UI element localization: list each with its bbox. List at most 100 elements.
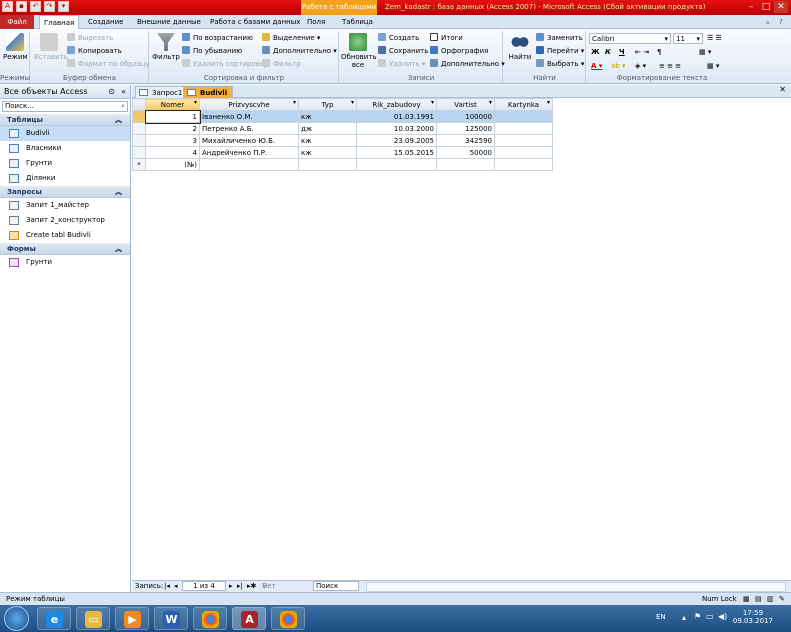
view-button[interactable]: Режим [3,33,28,61]
find-button[interactable]: Найти [506,33,534,61]
nav-item-query[interactable]: Create tabl Budivli [0,228,130,243]
advanced-filter-button[interactable]: Дополнительно ▾ [262,46,337,57]
alt-row-color-icon[interactable]: ▦ ▾ [707,61,719,72]
table-cell[interactable]: кж [298,134,357,147]
font-color-button[interactable]: A ▾ [591,61,602,72]
table-cell[interactable]: (№) [145,158,200,171]
table-cell[interactable]: Михайличенко Ю.Б. [199,134,299,147]
select-all-corner[interactable] [132,98,146,111]
action-center-icon[interactable]: ⚑ [694,612,701,621]
more-records-button[interactable]: Дополнительно ▾ [430,59,505,70]
spelling-button[interactable]: Орфография [430,46,488,57]
goto-button[interactable]: Перейти ▾ [536,46,584,57]
record-selector[interactable] [132,122,146,135]
pivot-chart-view-icon[interactable]: ▥ [767,593,774,605]
nav-item-table[interactable]: Власники [0,141,130,156]
nav-section-forms[interactable]: Формы ︽ [0,243,130,255]
record-position-input[interactable]: 1 из 4 [182,581,226,591]
search-icon[interactable]: ⌕ [121,102,125,111]
replace-button[interactable]: Заменить [536,33,583,44]
table-cell[interactable] [298,158,357,171]
table-cell[interactable] [199,158,299,171]
table-cell[interactable] [356,158,437,171]
nav-section-queries[interactable]: Запросы ︽ [0,186,130,198]
chrome-taskbar-button[interactable] [193,607,227,630]
table-cell[interactable]: 342590 [436,134,495,147]
explorer-taskbar-button[interactable]: ▭ [76,607,110,630]
column-header[interactable]: Kartynka ▾ [494,98,553,111]
next-record-button[interactable]: ▸ [229,581,233,592]
save-icon[interactable]: ▪ [16,1,27,12]
table-cell[interactable]: 15.05.2015 [356,146,437,159]
table-cell[interactable] [494,110,553,123]
new-record-marker[interactable]: * [132,158,146,171]
table-cell[interactable]: 23.09.2005 [356,134,437,147]
close-document-icon[interactable]: ✕ [779,85,786,94]
ie-taskbar-button[interactable]: e [37,607,71,630]
column-header[interactable]: Prizvyscvhe ▾ [199,98,299,111]
rtl-icon[interactable]: ¶ [657,47,661,58]
clock[interactable]: 17:59 09.03.2017 [733,609,773,625]
tab-home[interactable]: Главная [39,15,80,29]
start-button[interactable] [4,606,29,631]
sort-dropdown-icon[interactable]: ▾ [431,99,434,106]
gridlines-icon[interactable]: ▦ ▾ [699,47,711,58]
copy-button[interactable]: Копировать [67,46,122,57]
first-record-button[interactable]: |◂ [164,581,170,592]
table-cell[interactable]: кж [298,146,357,159]
table-cell[interactable]: 125000 [436,122,495,135]
sort-dropdown-icon[interactable]: ▾ [547,99,550,106]
tab-fields[interactable]: Поля [303,15,329,29]
table-cell[interactable]: кж [298,110,357,123]
tab-file[interactable]: Файл [0,15,34,29]
table-cell[interactable]: Іваненко О.М. [199,110,299,123]
table-row[interactable]: 1 Іваненко О.М. кж 01.03.1991 100000 [132,109,553,124]
remove-sort-button[interactable]: Удалить сортировку [182,59,268,70]
underline-button[interactable]: Ч [619,47,625,58]
font-name-select[interactable]: Calibri ▾ [589,33,671,44]
table-row[interactable]: 3 Михайличенко Ю.Б. кж 23.09.2005 342590 [132,134,553,147]
pivot-table-view-icon[interactable]: ▤ [755,593,762,605]
tab-external-data[interactable]: Внешние данные [133,15,205,29]
design-view-icon[interactable]: ✎ [779,593,785,605]
filter-button[interactable]: Фильтр [152,33,180,61]
table-cell[interactable]: Петренко А.Б. [199,122,299,135]
column-header[interactable]: Rik_zabudovy ▾ [356,98,437,111]
sort-dropdown-icon[interactable]: ▾ [351,99,354,106]
nav-item-query[interactable]: Запит 1_майстер [0,198,130,213]
volume-icon[interactable]: ◀) [718,612,727,621]
format-painter-button[interactable]: Формат по образцу [67,59,150,70]
new-record-nav-button[interactable]: ▸✱ [247,581,256,592]
fill-color-button[interactable]: ◈ ▾ [635,61,646,72]
access-app-icon[interactable]: A [2,1,13,12]
doc-tab-query1[interactable]: Запрос1 [135,86,189,98]
sort-dropdown-icon[interactable]: ▾ [293,99,296,106]
table-cell[interactable]: 01.03.1991 [356,110,437,123]
nav-header[interactable]: Все объекты Access ⊙ « [0,85,130,99]
nav-menu-icon[interactable]: ⊙ [108,85,115,99]
minimize-ribbon-icon[interactable]: ▵ [762,15,774,29]
sort-dropdown-icon[interactable]: ▾ [194,99,197,106]
chrome-taskbar-button-2[interactable] [271,607,305,630]
table-cell[interactable]: 3 [145,134,200,147]
new-record-row[interactable]: * (№) [132,158,553,171]
delete-record-button[interactable]: Удалить ▾ [378,59,425,70]
refresh-all-button[interactable]: Обновить все [341,33,377,69]
nav-item-table[interactable]: Budivli [0,126,130,141]
record-selector[interactable] [132,146,146,159]
save-record-button[interactable]: Сохранить [378,46,428,57]
paste-button[interactable]: Вставить [34,33,68,61]
media-player-taskbar-button[interactable]: ▶ [115,607,149,630]
font-size-select[interactable]: 11 ▾ [673,33,703,44]
table-cell[interactable] [436,158,495,171]
redo-icon[interactable]: ↷ [44,1,55,12]
table-cell[interactable]: 100000 [436,110,495,123]
new-record-button[interactable]: Создать [378,33,419,44]
table-row[interactable]: 2 Петренко А.Б. дж 10.03.2000 125000 [132,122,553,135]
help-icon[interactable]: ? [775,15,787,29]
nav-item-query[interactable]: Запит 2_конструктор [0,213,130,228]
sort-asc-button[interactable]: По возрастанию [182,33,253,44]
nav-item-table[interactable]: Грунти [0,156,130,171]
sort-desc-button[interactable]: По убыванию [182,46,242,57]
table-row[interactable]: 4 Андрейченко П.Р. кж 15.05.2015 50000 [132,146,553,159]
